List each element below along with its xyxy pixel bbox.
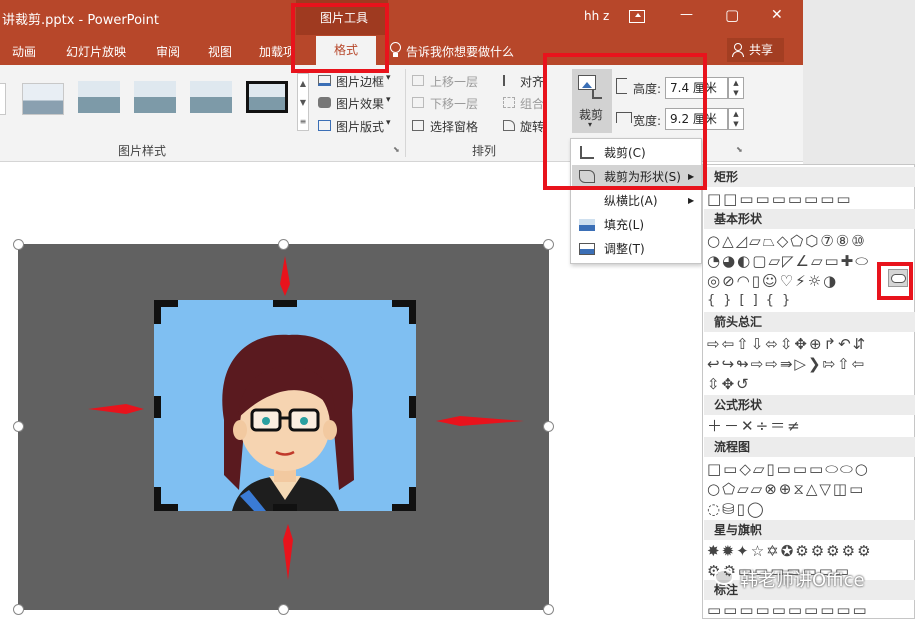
menu-item-fill[interactable]: 填充(L) [572, 213, 701, 237]
shape-row[interactable]: □□▭▭▭▭▭▭▭ [707, 190, 853, 208]
shape-row[interactable]: ◎⊘◠▯☺♡⚡☼◑ [707, 272, 838, 290]
menu-item-fit[interactable]: 调整(T) [572, 237, 701, 261]
shape-row[interactable]: ○⬠▱▱⊗⊕⧖△▽◫▭ [707, 480, 865, 498]
fit-icon [579, 243, 595, 255]
menu-item-aspect-ratio[interactable]: 纵横比(A) ▶ [572, 189, 701, 213]
shape-row[interactable]: ○△◿▱⏢◇⬠⬡⑦⑧⑩ [707, 232, 867, 250]
wechat-icon [714, 569, 734, 585]
shape-row[interactable]: {}[]{} [707, 292, 798, 310]
shape-row[interactable]: ✸✹✦☆✡✪⚙⚙⚙⚙⚙ [707, 542, 873, 560]
arrow-up-icon [283, 524, 293, 580]
category-stars-banners: 星与旗帜 [704, 520, 915, 540]
shape-row[interactable]: □▭◇▱▯▭▭▭⬭⬭○ [707, 460, 870, 478]
powerpoint-window: 讲裁剪.pptx - PowerPoint 图片工具 hh z — ▢ ✕ 动画… [0, 0, 915, 619]
arrow-left-icon [436, 416, 524, 426]
submenu-arrow-icon: ▶ [688, 196, 695, 205]
shapes-gallery: 矩形 □□▭▭▭▭▭▭▭ 基本形状 ○△◿▱⏢◇⬠⬡⑦⑧⑩ ◔◕◐▢▱◸∠▱▭✚… [702, 164, 915, 619]
arrow-down-icon [280, 256, 290, 296]
highlight-crop-size [543, 53, 707, 190]
shape-row[interactable]: ＋－✕÷＝≠ [707, 417, 802, 435]
shape-row[interactable]: ◔◕◐▢▱◸∠▱▭✚⬭ [707, 252, 870, 270]
category-equation-shapes: 公式形状 [704, 395, 915, 415]
shape-row[interactable]: ↩↪↬⇨⇨⇛▷❯⇰⇧⇦ [707, 355, 866, 373]
category-block-arrows: 箭头总汇 [704, 312, 915, 332]
watermark: 韩老师讲Office [740, 570, 865, 591]
highlight-cloud-shape [877, 262, 913, 300]
fill-icon [579, 219, 595, 231]
category-basic-shapes: 基本形状 [704, 209, 915, 229]
shape-row[interactable]: ▭▭▭▭▭▭▭▭▭▭ [707, 601, 869, 619]
category-rectangles: 矩形 [704, 167, 915, 187]
category-flowchart: 流程图 [704, 437, 915, 457]
arrow-right-icon [88, 404, 144, 414]
shape-row[interactable]: ⇳✥↺ [707, 375, 751, 393]
shape-row[interactable]: ⇨⇦⇧⇩⬄⇳✥⊕↱↶⇵ [707, 335, 867, 353]
highlight-format-tab [291, 3, 389, 73]
shape-row[interactable]: ◌⛁▯◯ [707, 500, 766, 518]
